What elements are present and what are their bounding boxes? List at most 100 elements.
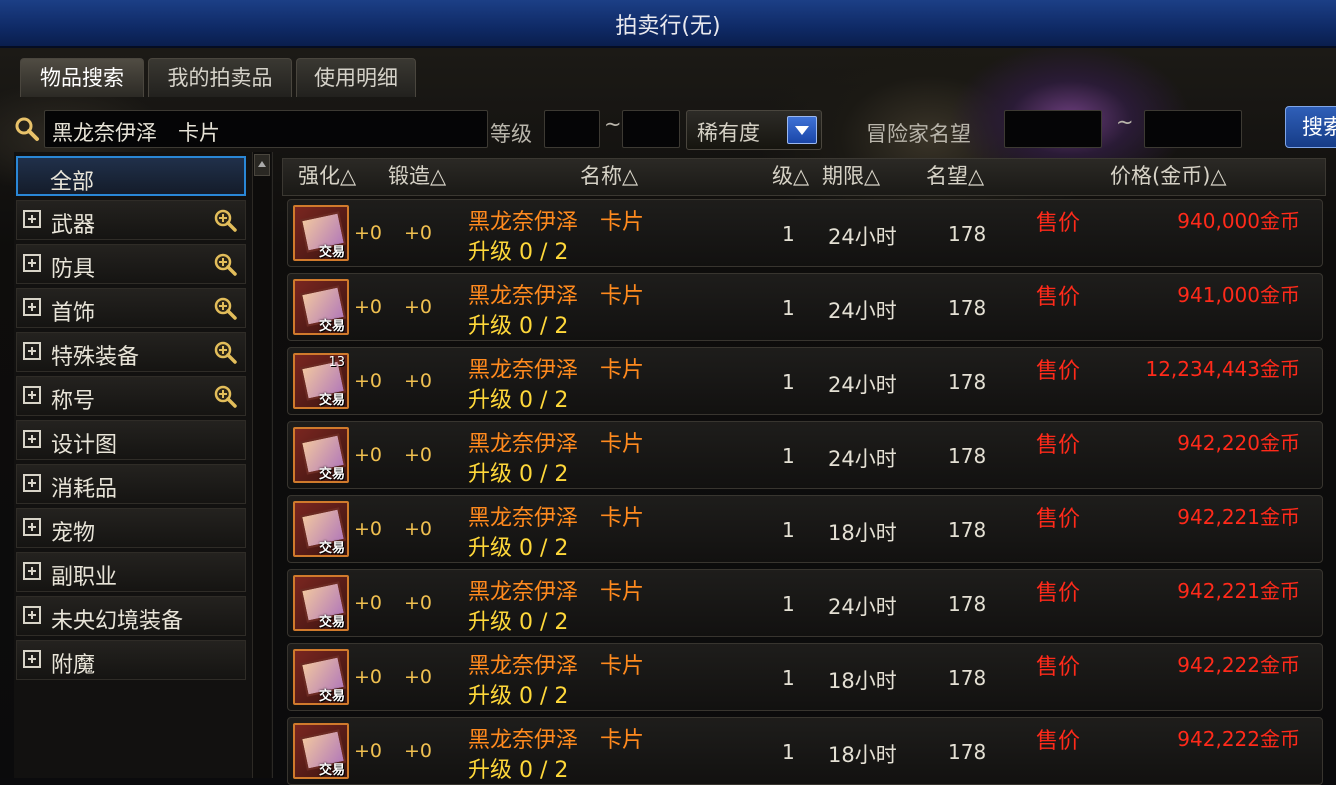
column-name[interactable]: 名称△ bbox=[580, 160, 638, 194]
trade-badge: 交易 bbox=[319, 393, 346, 408]
sidebar-item-category[interactable]: 设计图 bbox=[16, 420, 246, 460]
listing-row[interactable]: 交易 +0 +0 黑龙奈伊泽 卡片 升级 0 / 2 1 24小时 178 售价 940,000金… bbox=[287, 199, 1323, 267]
item-price: 12,234,443金币 bbox=[1145, 357, 1300, 381]
sidebar-item-category[interactable]: 首饰 bbox=[16, 288, 246, 328]
category-label: 宠物 bbox=[51, 521, 96, 546]
chevron-down-icon[interactable] bbox=[787, 116, 817, 144]
fame-max-input[interactable] bbox=[1144, 110, 1242, 148]
listing-duration: 24小时 bbox=[828, 447, 897, 471]
listing-row[interactable]: 交易 +0 +0 黑龙奈伊泽 卡片 升级 0 / 2 1 18小时 178 售价 942,221金… bbox=[287, 495, 1323, 563]
column-level[interactable]: 级△ bbox=[772, 160, 809, 194]
card-item-icon[interactable]: 交易 bbox=[293, 575, 349, 631]
zoom-in-icon[interactable] bbox=[213, 384, 237, 408]
card-item-icon[interactable]: 交易 bbox=[293, 205, 349, 261]
listing-duration: 18小时 bbox=[828, 521, 897, 545]
item-level: 1 bbox=[782, 370, 795, 394]
card-item-icon[interactable]: 交易 bbox=[293, 501, 349, 557]
listing-row[interactable]: 交易 +0 +0 黑龙奈伊泽 卡片 升级 0 / 2 1 24小时 178 售价 942,221金… bbox=[287, 569, 1323, 637]
listing-row[interactable]: 13 交易 +0 +0 黑龙奈伊泽 卡片 升级 0 / 2 1 24小时 178 售价 12,234… bbox=[287, 347, 1323, 415]
item-name: 黑龙奈伊泽 卡片 bbox=[468, 506, 645, 531]
expand-plus-icon[interactable] bbox=[23, 254, 41, 272]
expand-plus-icon[interactable] bbox=[23, 210, 41, 228]
expand-plus-icon[interactable] bbox=[23, 474, 41, 492]
category-label: 设计图 bbox=[51, 433, 118, 458]
listing-row[interactable]: 交易 +0 +0 黑龙奈伊泽 卡片 升级 0 / 2 1 18小时 178 售价 942,222金… bbox=[287, 643, 1323, 711]
expand-plus-icon[interactable] bbox=[23, 606, 41, 624]
forge-value: +0 bbox=[404, 666, 433, 688]
card-item-icon[interactable]: 交易 bbox=[293, 427, 349, 483]
price-label: 售价 bbox=[1036, 359, 1081, 384]
expand-plus-icon[interactable] bbox=[23, 562, 41, 580]
level-min-input[interactable] bbox=[544, 110, 600, 148]
trade-badge: 交易 bbox=[319, 319, 346, 334]
upgrade-status: 升级 0 / 2 bbox=[468, 388, 569, 413]
category-label: 首饰 bbox=[51, 301, 96, 326]
item-level: 1 bbox=[782, 592, 795, 616]
upgrade-status: 升级 0 / 2 bbox=[468, 610, 569, 635]
forge-value: +0 bbox=[404, 370, 433, 392]
card-item-icon[interactable]: 交易 bbox=[293, 649, 349, 705]
trade-badge: 交易 bbox=[319, 245, 346, 260]
trade-badge: 交易 bbox=[319, 763, 346, 778]
column-enhance[interactable]: 强化△ bbox=[298, 160, 356, 194]
item-name: 黑龙奈伊泽 卡片 bbox=[468, 210, 645, 235]
card-item-icon[interactable]: 交易 bbox=[293, 279, 349, 335]
tab-item-search[interactable]: 物品搜索 bbox=[20, 58, 144, 97]
listing-row[interactable]: 交易 +0 +0 黑龙奈伊泽 卡片 升级 0 / 2 1 24小时 178 售价 941,000金… bbox=[287, 273, 1323, 341]
upgrade-status: 升级 0 / 2 bbox=[468, 240, 569, 265]
search-button[interactable]: 搜索 bbox=[1285, 106, 1336, 148]
sidebar-item-category[interactable]: 消耗品 bbox=[16, 464, 246, 504]
sidebar-item-category[interactable]: 特殊装备 bbox=[16, 332, 246, 372]
level-label: 等级 bbox=[490, 122, 532, 146]
search-icon bbox=[15, 117, 39, 141]
enhance-value: +0 bbox=[354, 592, 383, 614]
tab-usage-details[interactable]: 使用明细 bbox=[296, 58, 416, 97]
listing-row[interactable]: 交易 +0 +0 黑龙奈伊泽 卡片 升级 0 / 2 1 24小时 178 售价 942,220金… bbox=[287, 421, 1323, 489]
sidebar-item-category[interactable]: 未央幻境装备 bbox=[16, 596, 246, 636]
sidebar-item-category[interactable]: 武器 bbox=[16, 200, 246, 240]
sidebar-item-category[interactable]: 宠物 bbox=[16, 508, 246, 548]
listing-row[interactable]: 交易 +0 +0 黑龙奈伊泽 卡片 升级 0 / 2 1 18小时 178 售价 942,222金… bbox=[287, 717, 1323, 785]
column-duration[interactable]: 期限△ bbox=[822, 160, 880, 194]
zoom-in-icon[interactable] bbox=[213, 340, 237, 364]
category-label: 附魔 bbox=[51, 653, 96, 678]
category-label: 消耗品 bbox=[51, 477, 118, 502]
zoom-in-icon[interactable] bbox=[213, 252, 237, 276]
level-max-input[interactable] bbox=[622, 110, 680, 148]
listing-duration: 18小时 bbox=[828, 669, 897, 693]
sidebar-item-category[interactable]: 防具 bbox=[16, 244, 246, 284]
expand-plus-icon[interactable] bbox=[23, 386, 41, 404]
column-forge[interactable]: 锻造△ bbox=[388, 160, 446, 194]
expand-plus-icon[interactable] bbox=[23, 342, 41, 360]
expand-plus-icon[interactable] bbox=[23, 650, 41, 668]
category-label: 全部 bbox=[50, 170, 95, 195]
sidebar-item-category[interactable]: 称号 bbox=[16, 376, 246, 416]
expand-plus-icon[interactable] bbox=[23, 298, 41, 316]
scroll-up-arrow-icon[interactable] bbox=[254, 154, 270, 176]
card-item-icon[interactable]: 13 交易 bbox=[293, 353, 349, 409]
category-label: 称号 bbox=[51, 389, 96, 414]
sidebar-item-category[interactable]: 附魔 bbox=[16, 640, 246, 680]
category-scrollbar[interactable] bbox=[252, 152, 271, 778]
column-price[interactable]: 价格(金币)△ bbox=[1110, 160, 1227, 194]
item-level: 1 bbox=[782, 740, 795, 764]
rarity-dropdown[interactable]: 稀有度 bbox=[686, 110, 822, 150]
sidebar-item-category[interactable]: 全部 bbox=[16, 156, 246, 196]
forge-value: +0 bbox=[404, 296, 433, 318]
item-price: 942,221金币 bbox=[1177, 579, 1300, 603]
item-fame: 178 bbox=[948, 296, 987, 320]
zoom-in-icon[interactable] bbox=[213, 296, 237, 320]
expand-plus-icon[interactable] bbox=[23, 430, 41, 448]
card-item-icon[interactable]: 交易 bbox=[293, 723, 349, 779]
trade-badge: 交易 bbox=[319, 615, 346, 630]
column-fame[interactable]: 名望△ bbox=[926, 160, 984, 194]
fame-min-input[interactable] bbox=[1004, 110, 1102, 148]
expand-plus-icon[interactable] bbox=[23, 518, 41, 536]
tab-my-auctions[interactable]: 我的拍卖品 bbox=[148, 58, 292, 97]
item-price: 940,000金币 bbox=[1177, 209, 1300, 233]
forge-value: +0 bbox=[404, 592, 433, 614]
trade-badge: 交易 bbox=[319, 467, 346, 482]
sidebar-item-category[interactable]: 副职业 bbox=[16, 552, 246, 592]
zoom-in-icon[interactable] bbox=[213, 208, 237, 232]
upgrade-status: 升级 0 / 2 bbox=[468, 314, 569, 339]
